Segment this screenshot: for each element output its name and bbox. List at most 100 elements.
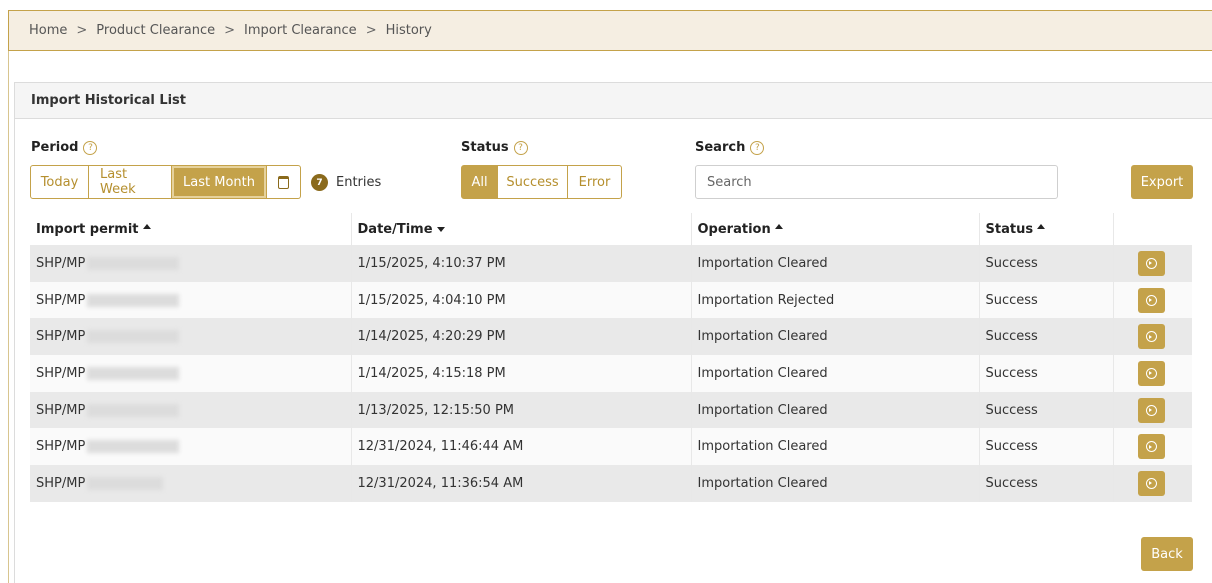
redacted-permit-number <box>87 256 180 270</box>
help-icon[interactable]: ? <box>83 140 98 155</box>
breadcrumb-separator: > <box>224 23 236 38</box>
redacted-permit-number <box>87 366 180 380</box>
status-button-group: All Success Error <box>461 165 622 199</box>
period-last-month-button[interactable]: Last Month <box>172 165 267 199</box>
datetime-cell: 1/14/2025, 4:15:18 PM <box>351 355 692 392</box>
status-cell: Success <box>979 281 1114 319</box>
period-label-text: Period <box>31 140 79 155</box>
redacted-permit-number <box>87 330 180 344</box>
permit-prefix: SHP/MP <box>36 439 86 455</box>
status-success-button[interactable]: Success <box>498 165 568 199</box>
help-icon[interactable]: ? <box>513 140 528 155</box>
search-label-text: Search <box>695 140 746 155</box>
operation-cell: Importation Cleared <box>691 355 980 392</box>
back-button[interactable]: Back <box>1141 537 1193 571</box>
table-row[interactable]: SHP/MP 1/15/2025, 4:04:10 PM Importation… <box>30 281 1192 319</box>
status-error-button[interactable]: Error <box>568 165 622 199</box>
operation-cell: Importation Rejected <box>691 281 980 319</box>
permit-prefix: SHP/MP <box>36 402 86 418</box>
view-details-button[interactable] <box>1137 324 1165 350</box>
redacted-permit-number <box>87 403 180 417</box>
view-details-button[interactable] <box>1137 287 1165 313</box>
status-cell: Success <box>979 355 1114 392</box>
breadcrumb-home[interactable]: Home <box>29 23 67 38</box>
help-icon[interactable]: ? <box>750 140 765 155</box>
column-header-date-time[interactable]: Date/Time <box>351 213 692 245</box>
action-cell <box>1113 355 1192 392</box>
table-row[interactable]: SHP/MP 1/13/2025, 12:15:50 PM Importatio… <box>30 391 1192 429</box>
column-header-operation[interactable]: Operation <box>691 213 980 245</box>
status-cell: Success <box>979 318 1114 356</box>
operation-cell: Importation Cleared <box>691 318 980 356</box>
action-cell <box>1113 281 1192 319</box>
datetime-cell: 12/31/2024, 11:46:44 AM <box>351 428 692 466</box>
entries-counter: 7 Entries <box>311 174 381 191</box>
entries-label: Entries <box>336 175 382 190</box>
view-details-button[interactable] <box>1137 470 1165 496</box>
redacted-permit-number <box>87 440 180 454</box>
permit-prefix: SHP/MP <box>36 475 86 491</box>
status-label-text: Status <box>461 140 509 155</box>
permit-prefix: SHP/MP <box>36 292 86 308</box>
status-label: Status ? <box>461 140 528 155</box>
datetime-cell: 1/13/2025, 12:15:50 PM <box>351 391 692 429</box>
column-header-status[interactable]: Status <box>979 213 1114 245</box>
status-cell: Success <box>979 465 1114 502</box>
table-row[interactable]: SHP/MP 1/15/2025, 4:10:37 PM Importation… <box>30 245 1192 282</box>
permit-cell: SHP/MP <box>30 245 352 282</box>
breadcrumb-history: History <box>385 23 432 38</box>
calendar-button[interactable] <box>267 165 301 199</box>
datetime-cell: 12/31/2024, 11:36:54 AM <box>351 465 692 502</box>
search-label: Search ? <box>695 140 765 155</box>
action-cell <box>1113 391 1192 429</box>
operation-cell: Importation Cleared <box>691 391 980 429</box>
breadcrumb-product-clearance[interactable]: Product Clearance <box>96 23 215 38</box>
action-cell <box>1113 318 1192 356</box>
table-row[interactable]: SHP/MP 1/14/2025, 4:20:29 PM Importation… <box>30 318 1192 356</box>
permit-prefix: SHP/MP <box>36 329 86 345</box>
status-all-button[interactable]: All <box>461 165 498 199</box>
permit-cell: SHP/MP <box>30 428 352 466</box>
arrow-circle-right-icon <box>1145 331 1157 343</box>
export-button[interactable]: Export <box>1131 165 1193 199</box>
view-details-button[interactable] <box>1137 360 1165 386</box>
breadcrumb: Home > Product Clearance > Import Cleara… <box>8 10 1212 51</box>
permit-cell: SHP/MP <box>30 391 352 429</box>
redacted-permit-number <box>87 476 164 490</box>
period-last-week-button[interactable]: Last Week <box>89 165 172 199</box>
permit-prefix: SHP/MP <box>36 255 86 271</box>
period-today-button[interactable]: Today <box>30 165 89 199</box>
redacted-permit-number <box>87 293 180 307</box>
permit-cell: SHP/MP <box>30 465 352 502</box>
action-cell <box>1113 245 1192 282</box>
arrow-circle-right-icon <box>1145 294 1157 306</box>
permit-prefix: SHP/MP <box>36 365 86 381</box>
status-cell: Success <box>979 245 1114 282</box>
table-row[interactable]: SHP/MP 12/31/2024, 11:46:44 AM Importati… <box>30 428 1192 466</box>
permit-cell: SHP/MP <box>30 318 352 356</box>
period-button-group: Today Last Week Last Month <box>30 165 301 199</box>
breadcrumb-import-clearance[interactable]: Import Clearance <box>244 23 357 38</box>
arrow-circle-right-icon <box>1145 477 1157 489</box>
search-input[interactable] <box>695 165 1058 199</box>
table-header-row: Import permit Date/Time Operation Status <box>30 213 1192 245</box>
view-details-button[interactable] <box>1137 397 1165 423</box>
view-details-button[interactable] <box>1137 250 1165 276</box>
datetime-cell: 1/15/2025, 4:04:10 PM <box>351 281 692 319</box>
table-row[interactable]: SHP/MP 1/14/2025, 4:15:18 PM Importation… <box>30 355 1192 392</box>
period-label: Period ? <box>31 140 98 155</box>
breadcrumb-separator: > <box>365 23 377 38</box>
operation-cell: Importation Cleared <box>691 245 980 282</box>
view-details-button[interactable] <box>1137 434 1165 460</box>
permit-cell: SHP/MP <box>30 355 352 392</box>
entries-count-badge: 7 <box>311 174 328 191</box>
arrow-circle-right-icon <box>1145 404 1157 416</box>
column-header-actions <box>1113 213 1192 245</box>
breadcrumb-separator: > <box>76 23 88 38</box>
action-cell <box>1113 428 1192 466</box>
permit-cell: SHP/MP <box>30 281 352 319</box>
panel-title: Import Historical List <box>15 83 1212 119</box>
table-row[interactable]: SHP/MP 12/31/2024, 11:36:54 AM Importati… <box>30 465 1192 502</box>
page-border <box>8 51 9 583</box>
column-header-import-permit[interactable]: Import permit <box>30 213 352 245</box>
